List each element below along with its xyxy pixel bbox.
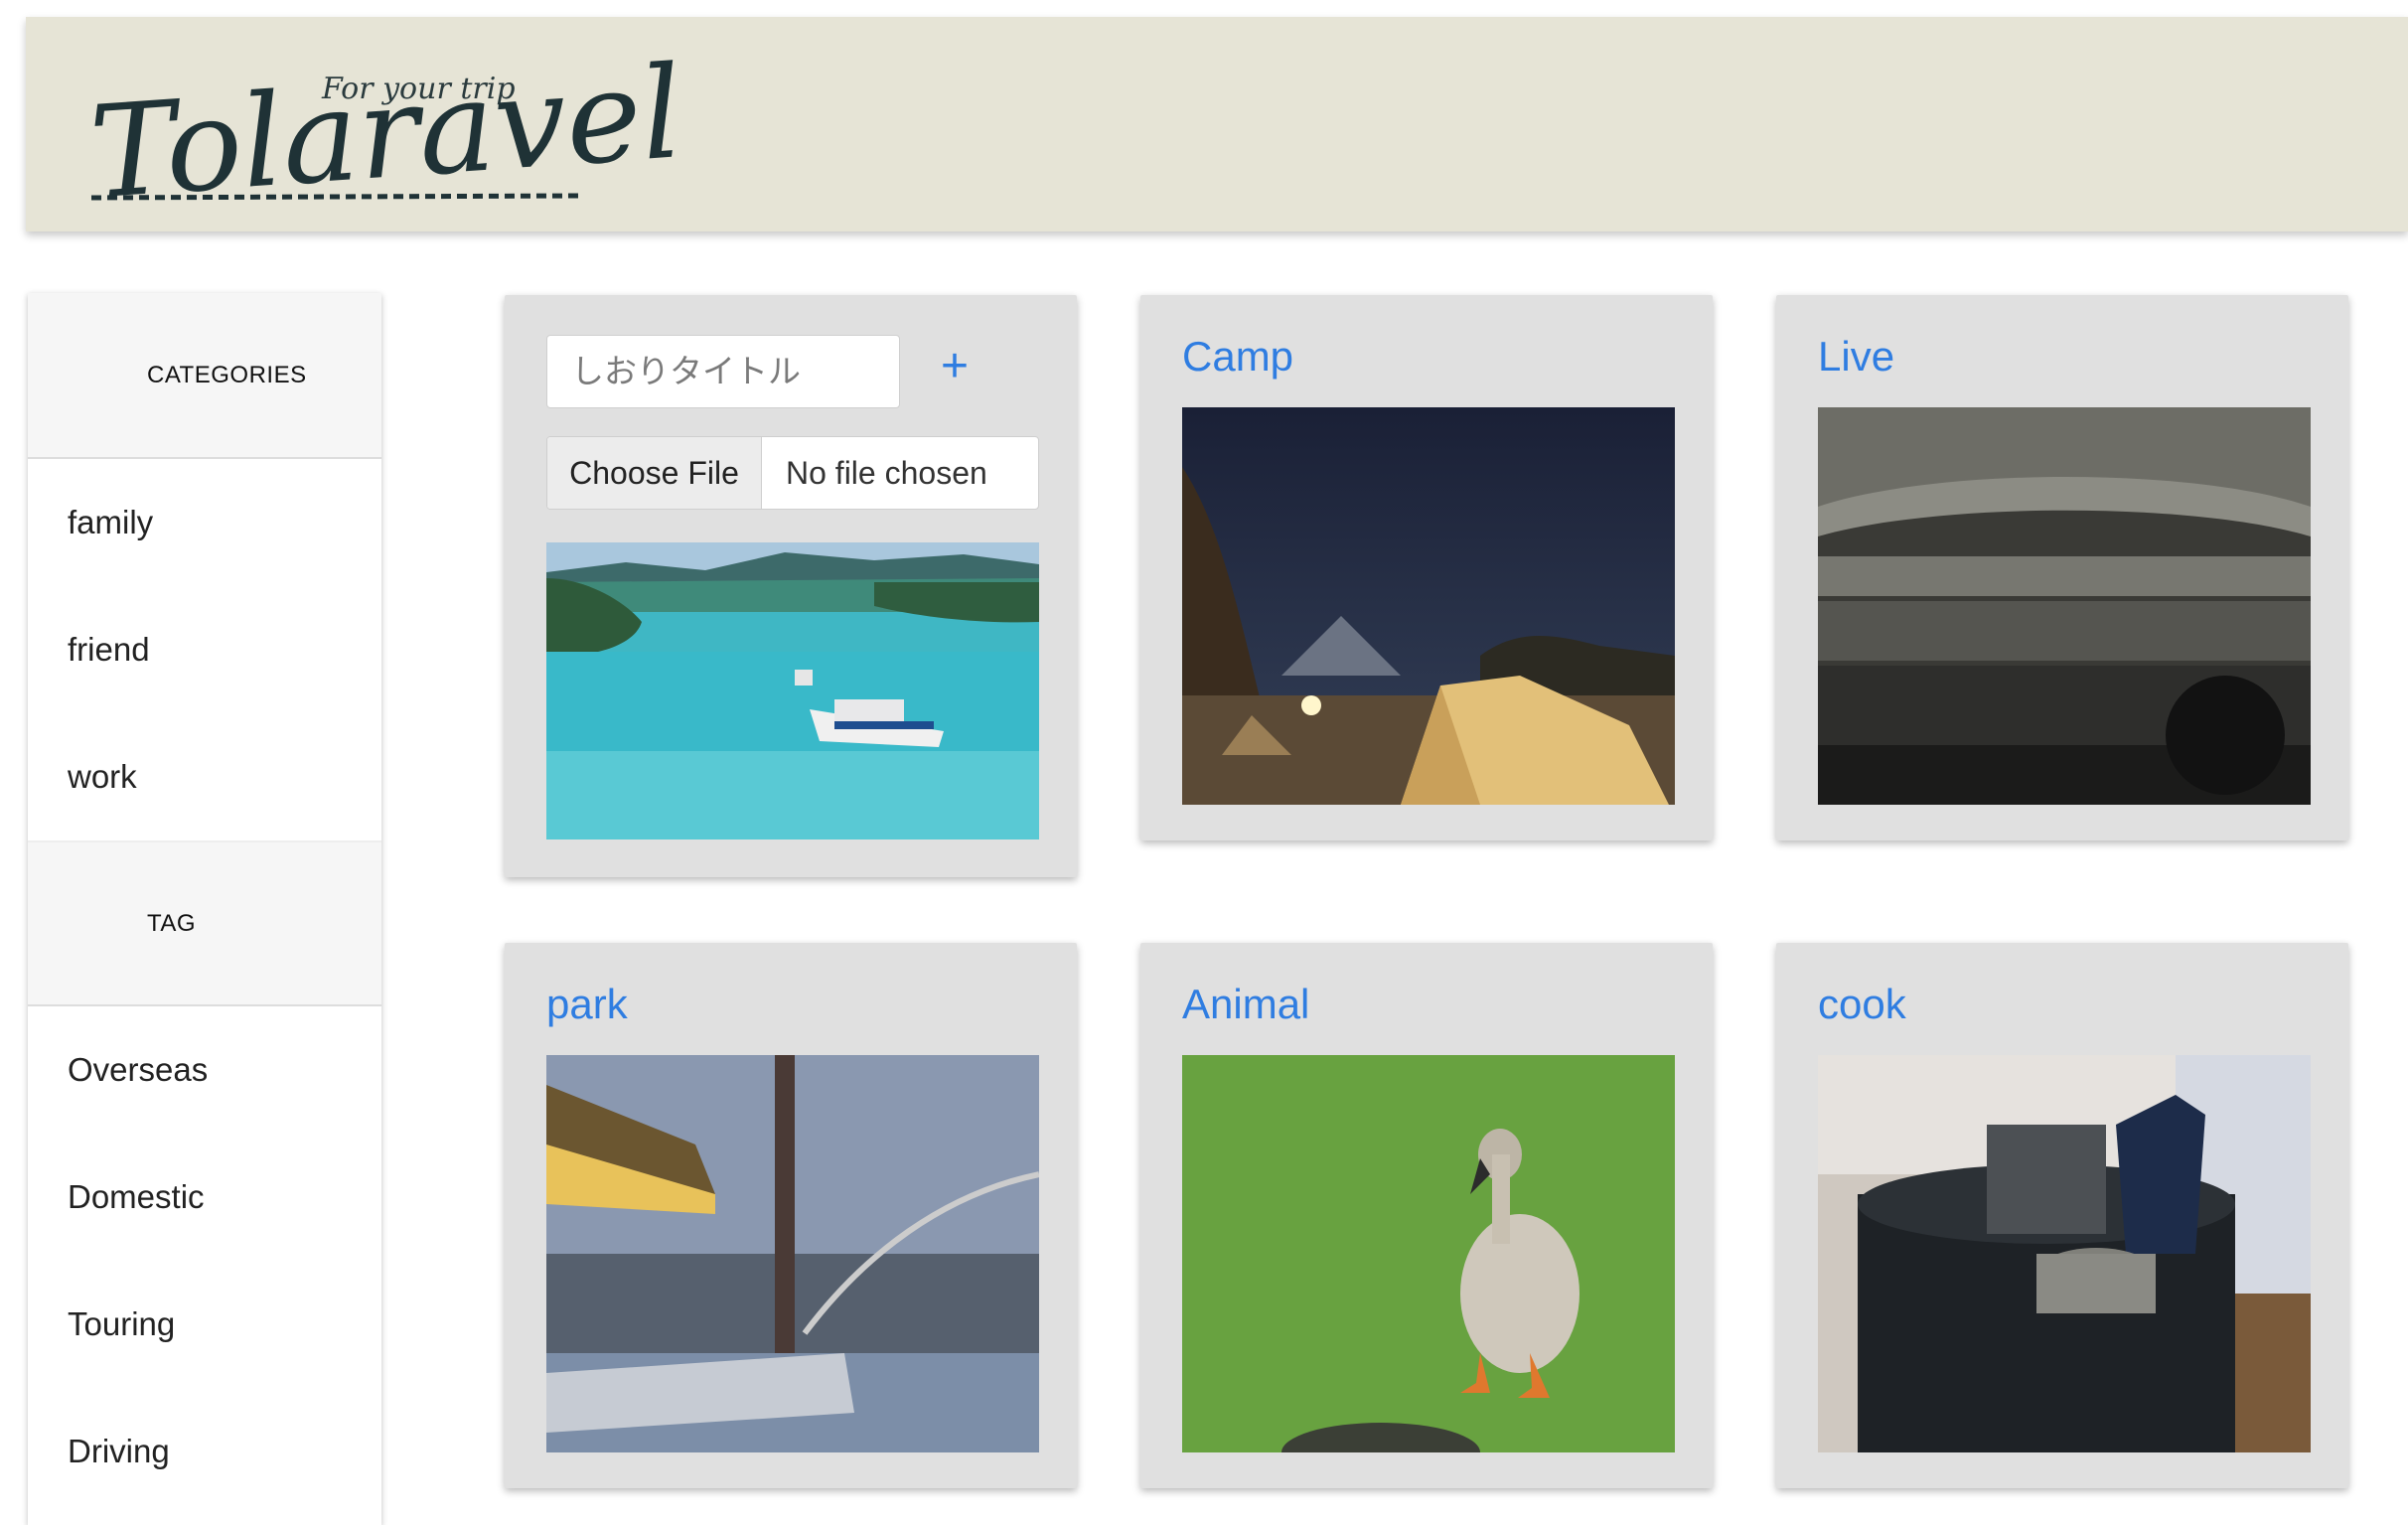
card-live[interactable]: Live [1776, 295, 2348, 840]
sidebar-item-driving[interactable]: Driving [28, 1388, 381, 1515]
sidebar-item-family[interactable]: family [28, 459, 381, 586]
card-title[interactable]: Live [1818, 333, 1894, 381]
sidebar-item-domestic[interactable]: Domestic [28, 1134, 381, 1261]
sidebar: CATEGORIES family friend work TAG Overse… [28, 293, 381, 1525]
card-animal[interactable]: Animal [1140, 943, 1713, 1488]
card-camp[interactable]: Camp [1140, 295, 1713, 840]
new-bookmark-card: + Choose File No file chosen [505, 295, 1077, 877]
file-picker[interactable]: Choose File No file chosen [546, 436, 1039, 510]
sidebar-item-touring[interactable]: Touring [28, 1261, 381, 1388]
preview-image-lagoon [546, 542, 1039, 839]
card-image-cook [1818, 1055, 2311, 1452]
card-title[interactable]: Animal [1182, 981, 1309, 1028]
card-title[interactable]: park [546, 981, 628, 1028]
card-cook[interactable]: cook [1776, 943, 2348, 1488]
file-status-text: No file chosen [786, 454, 987, 491]
plus-icon: + [940, 339, 970, 392]
categories-heading: CATEGORIES [28, 293, 381, 459]
choose-file-button[interactable]: Choose File [547, 437, 762, 509]
card-title[interactable]: Camp [1182, 333, 1293, 381]
categories-list: family friend work [28, 459, 381, 840]
tolaravel-logo[interactable]: For your trip Tolaravel [85, 37, 686, 228]
sidebar-item-friend[interactable]: friend [28, 586, 381, 713]
sidebar-item-overseas[interactable]: Overseas [28, 1006, 381, 1134]
app-header: For your trip Tolaravel [26, 17, 2408, 231]
tag-list: Overseas Domestic Touring Driving [28, 1006, 381, 1515]
sidebar-item-work[interactable]: work [28, 713, 381, 840]
card-title[interactable]: cook [1818, 981, 1906, 1028]
card-image-live [1818, 407, 2311, 805]
bookmark-title-input[interactable] [546, 335, 900, 408]
card-image-animal [1182, 1055, 1675, 1452]
card-image-park [546, 1055, 1039, 1452]
add-bookmark-button[interactable]: + [922, 333, 987, 398]
card-park[interactable]: park [505, 943, 1077, 1488]
tag-heading: TAG [28, 840, 381, 1006]
logo-graphic: For your trip Tolaravel [85, 39, 686, 228]
card-image-camp [1182, 407, 1675, 805]
